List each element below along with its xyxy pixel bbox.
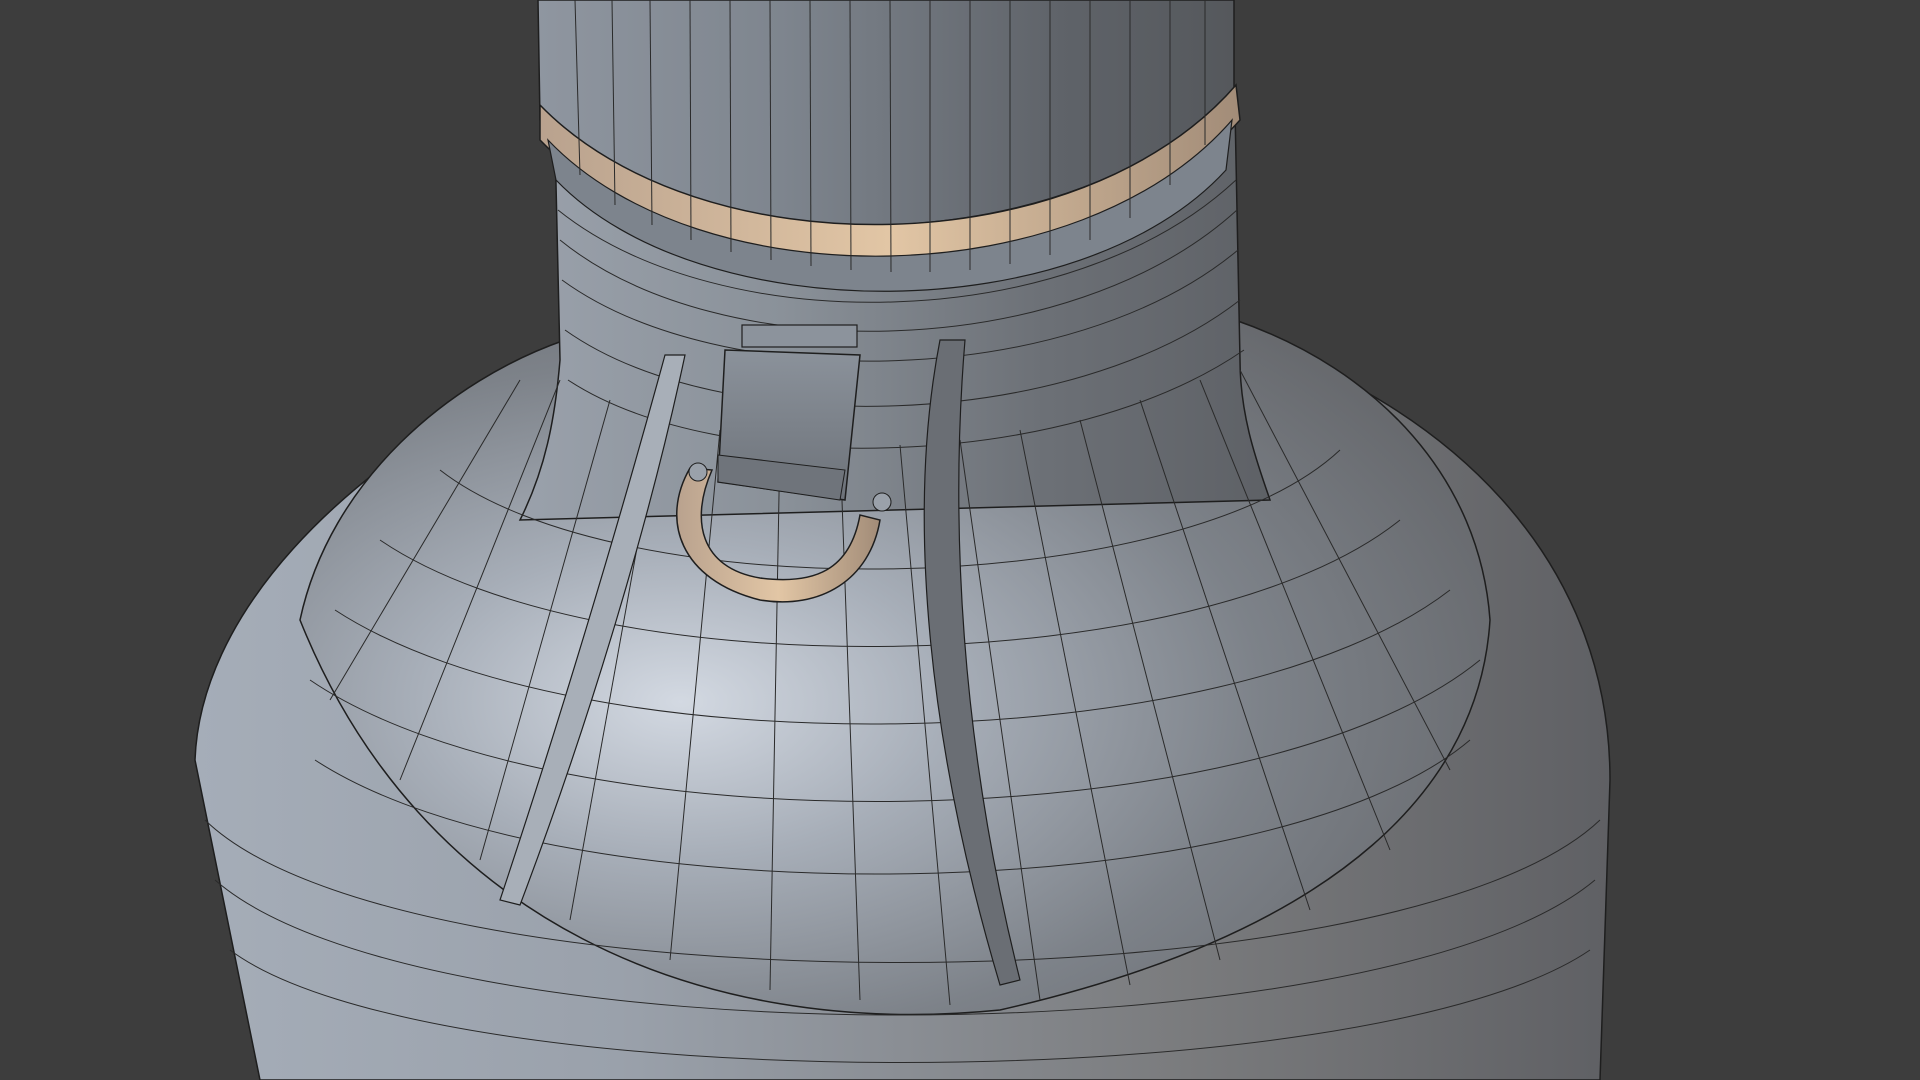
viewport-canvas bbox=[194, 0, 1611, 1080]
3d-viewport[interactable] bbox=[0, 0, 1920, 1080]
